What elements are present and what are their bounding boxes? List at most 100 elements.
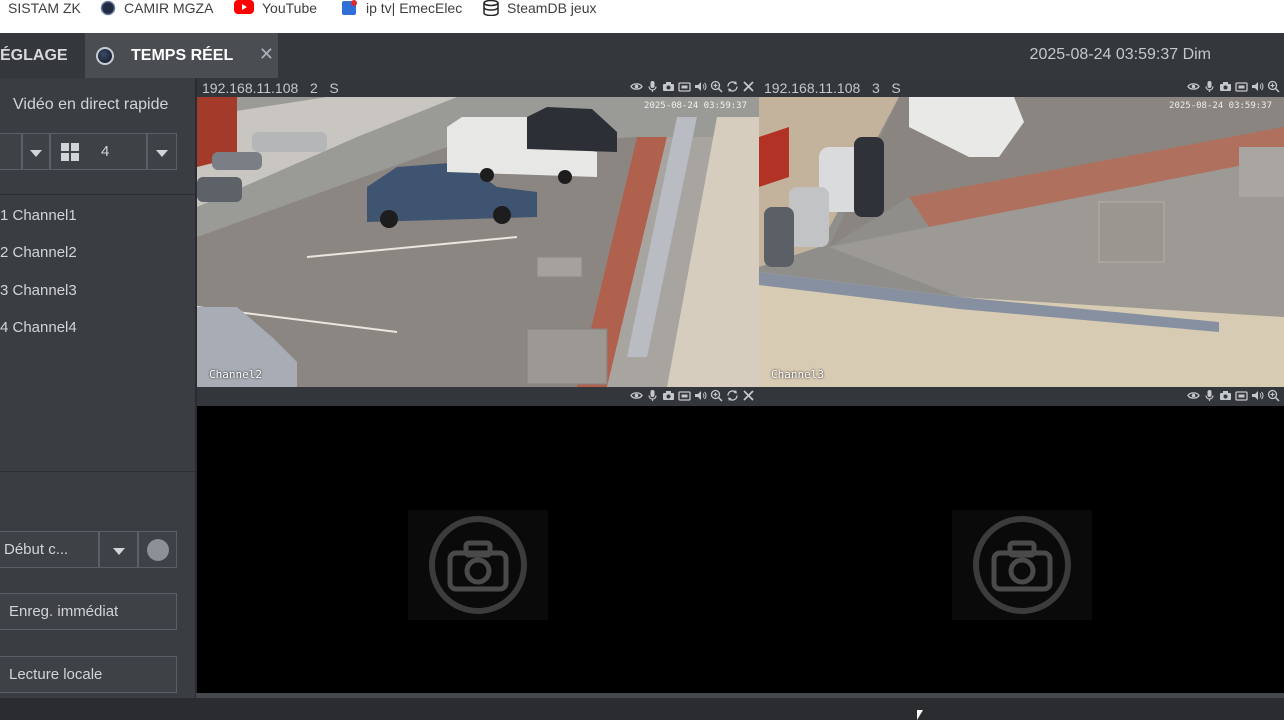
chevron-down-icon	[156, 149, 168, 157]
globe-icon	[100, 0, 116, 16]
record-icon[interactable]	[678, 80, 691, 93]
snapshot-icon[interactable]	[662, 80, 675, 93]
zoom-icon[interactable]	[710, 389, 723, 402]
bookmark-label: ip tv| EmecElec	[366, 0, 463, 16]
microphone-icon[interactable]	[646, 389, 659, 402]
eye-icon[interactable]	[1187, 80, 1200, 93]
video-panel-4[interactable]	[759, 387, 1284, 693]
split-dropdown-toggle[interactable]	[147, 133, 177, 170]
refresh-icon[interactable]	[726, 80, 739, 93]
video-panel-2[interactable]: 192.168.11.108 3 S 2025-08-24 03:59:37 C…	[759, 78, 1284, 387]
eye-icon[interactable]	[630, 80, 643, 93]
bookmark-sistam-zk[interactable]: SISTAM ZK	[8, 0, 81, 16]
panel-ip: 192.168.11.108	[202, 80, 299, 96]
tab-temps-reel[interactable]: TEMPS RÉEL ✕	[85, 33, 278, 78]
panel-source: 192.168.11.108 3 S	[764, 80, 901, 96]
panel-toolbar	[197, 387, 759, 406]
record-mode-dropdown-toggle[interactable]	[99, 531, 138, 568]
camera-feed-empty	[197, 406, 759, 693]
no-video-placeholder	[951, 509, 1092, 620]
refresh-icon[interactable]	[726, 389, 739, 402]
camera-feed: 2025-08-24 03:59:37 Channel3	[759, 97, 1284, 387]
record-icon[interactable]	[678, 389, 691, 402]
tab-reglage[interactable]: ÉGLAGE	[0, 33, 85, 78]
record-icon[interactable]	[1235, 80, 1248, 93]
no-video-placeholder	[408, 509, 548, 620]
snapshot-icon[interactable]	[662, 389, 675, 402]
camera-off-icon	[972, 515, 1071, 614]
zoom-icon[interactable]	[710, 80, 723, 93]
system-datetime: 2025-08-24 03:59:37 Dim	[1029, 46, 1211, 63]
panel-ip: 192.168.11.108	[764, 80, 861, 96]
channel-item-2[interactable]: 2 Channel2	[0, 244, 77, 261]
record-mode-select[interactable]: Début c...	[0, 531, 99, 568]
video-panel-3[interactable]	[197, 387, 759, 693]
chevron-down-icon	[30, 149, 42, 157]
chevron-down-icon	[112, 547, 125, 555]
divider	[0, 471, 196, 472]
status-strip	[0, 698, 1284, 720]
live-sidebar: Vidéo en direct rapide 4 1 Channel1 2 Ch…	[0, 78, 196, 698]
microphone-icon[interactable]	[646, 80, 659, 93]
divider	[0, 194, 196, 195]
channel-item-4[interactable]: 4 Channel4	[0, 319, 77, 336]
speaker-icon[interactable]	[1251, 389, 1264, 402]
stream-dropdown-toggle[interactable]	[22, 133, 50, 170]
camera-image	[197, 97, 759, 387]
camera-off-icon	[429, 515, 527, 614]
microphone-icon[interactable]	[1203, 80, 1216, 93]
bookmark-iptv[interactable]: ip tv| EmecElec	[342, 0, 462, 16]
channel-item-3[interactable]: 3 Channel3	[0, 282, 77, 299]
camera-feed: 2025-08-24 03:59:37 Channel2	[197, 97, 759, 387]
panel-stream: S	[329, 80, 339, 96]
record-now-button[interactable]: Enreg. immédiat	[0, 593, 177, 630]
local-playback-button[interactable]: Lecture locale	[0, 656, 177, 693]
tab-label: ÉGLAGE	[0, 46, 68, 64]
sidebar-title: Vidéo en direct rapide	[13, 96, 169, 113]
panel-toolbar	[759, 387, 1284, 406]
bookmark-label: SISTAM ZK	[8, 0, 81, 16]
steamdb-icon	[483, 0, 499, 17]
bookmark-camir-mgza[interactable]: CAMIR MGZA	[100, 0, 213, 16]
eye-icon[interactable]	[1187, 389, 1200, 402]
record-icon[interactable]	[1235, 389, 1248, 402]
record-status-button[interactable]	[138, 531, 177, 568]
split-screen-select[interactable]: 4	[50, 133, 147, 170]
close-icon[interactable]	[742, 80, 755, 93]
bookmark-steamdb[interactable]: SteamDB jeux	[483, 0, 597, 17]
osd-channel-label: Channel3	[771, 368, 824, 381]
osd-timestamp: 2025-08-24 03:59:37	[1169, 101, 1272, 111]
camera-image	[759, 97, 1284, 387]
speaker-icon[interactable]	[694, 389, 707, 402]
split-count: 4	[101, 143, 110, 160]
bookmark-label: SteamDB jeux	[507, 0, 597, 16]
tab-label: TEMPS RÉEL	[131, 46, 234, 64]
video-panel-1[interactable]: 192.168.11.108 2 S 2025-08-24 03:59:37 C…	[197, 78, 759, 387]
speaker-icon[interactable]	[694, 80, 707, 93]
osd-timestamp: 2025-08-24 03:59:37	[644, 101, 747, 111]
mouse-cursor-icon	[917, 710, 923, 720]
panel-icons	[1187, 389, 1280, 402]
snapshot-icon[interactable]	[1219, 389, 1232, 402]
panel-channel-no: 3	[871, 80, 880, 96]
live-globe-icon	[96, 46, 114, 65]
bookmark-youtube[interactable]: YouTube	[234, 0, 317, 16]
stream-select[interactable]	[0, 133, 22, 170]
close-icon[interactable]: ✕	[259, 44, 274, 65]
bookmark-label: CAMIR MGZA	[124, 0, 214, 16]
close-icon[interactable]	[742, 389, 755, 402]
microphone-icon[interactable]	[1203, 389, 1216, 402]
speaker-icon[interactable]	[1251, 80, 1264, 93]
panel-toolbar: 192.168.11.108 2 S	[197, 78, 759, 97]
bookmarks-bar: SISTAM ZK CAMIR MGZA YouTube ip tv| Emec…	[0, 0, 1284, 33]
eye-icon[interactable]	[630, 389, 643, 402]
zoom-icon[interactable]	[1267, 80, 1280, 93]
iptv-icon	[342, 0, 358, 16]
app-header: ÉGLAGE TEMPS RÉEL ✕ 2025-08-24 03:59:37 …	[0, 33, 1284, 78]
zoom-icon[interactable]	[1267, 389, 1280, 402]
osd-channel-label: Channel2	[209, 368, 262, 381]
channel-item-1[interactable]: 1 Channel1	[0, 207, 77, 224]
grid-layout-icon	[61, 142, 79, 161]
snapshot-icon[interactable]	[1219, 80, 1232, 93]
panel-channel-no: 2	[309, 80, 318, 96]
